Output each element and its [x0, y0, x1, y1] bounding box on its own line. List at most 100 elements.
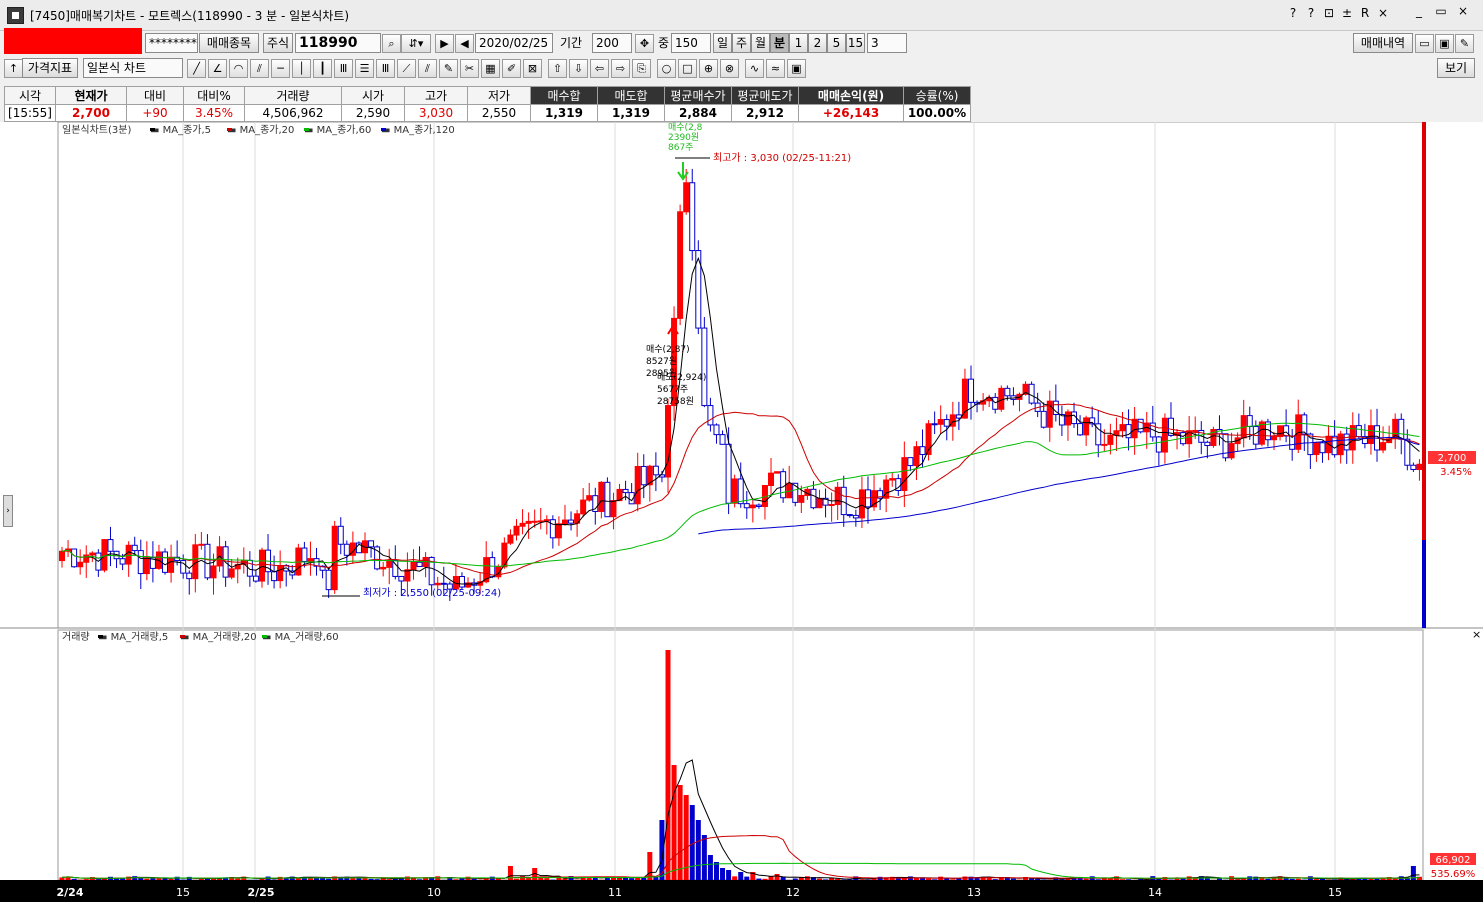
draw-tool-icon-7[interactable]: Ⅲ — [334, 59, 353, 78]
code-input[interactable]: 118990 — [295, 33, 381, 53]
draw-tool-icon-27[interactable]: ≈ — [766, 59, 785, 78]
candle-body — [89, 552, 96, 556]
volume-bar — [1265, 878, 1271, 880]
close-button[interactable]: × — [1452, 4, 1474, 20]
sell-marker-text-0: 매도(2,924) — [657, 372, 706, 383]
draw-tool-icon-3[interactable]: ⫽ — [250, 59, 269, 78]
tf-week[interactable]: 주 — [732, 33, 751, 53]
draw-tool-icon-28[interactable]: ▣ — [787, 59, 806, 78]
maximize-button[interactable]: ▭ — [1430, 4, 1452, 20]
candle-body — [622, 488, 629, 494]
draw-tool-icon-6[interactable]: ┃ — [313, 59, 332, 78]
volume-bar — [859, 879, 865, 880]
market-button[interactable]: 주식 — [263, 33, 293, 53]
open-icon[interactable]: ▭ — [1415, 34, 1434, 53]
vol-ma-swatch-1 — [180, 635, 185, 638]
sort-icon[interactable]: ⇵▾ — [401, 34, 431, 53]
question-icon[interactable]: ? — [1302, 6, 1320, 20]
volume-bar — [701, 835, 707, 880]
tf-day[interactable]: 일 — [713, 33, 732, 53]
draw-tool-icon-23[interactable]: □ — [678, 59, 697, 78]
candlestick-chart[interactable]: 일본식차트(3분) ▬ MA_종가,5 ▬ MA_종가,20 ▬ MA_종가,60 ▬ … — [0, 122, 1483, 902]
draw-tool-icon-2[interactable]: ◠ — [229, 59, 248, 78]
help-icon[interactable]: ? — [1284, 6, 1302, 20]
draw-tool-icon-4[interactable]: ─ — [271, 59, 290, 78]
tf-1[interactable]: 1 — [789, 33, 808, 53]
draw-tool-icon-0[interactable]: ╱ — [187, 59, 206, 78]
draw-tool-icon-26[interactable]: ∿ — [745, 59, 764, 78]
indicator-button[interactable]: 가격지표 — [22, 58, 78, 78]
draw-tool-icon-24[interactable]: ⊕ — [699, 59, 718, 78]
draw-tool-icon-14[interactable]: ▦ — [481, 59, 500, 78]
panel-toggle[interactable]: › — [3, 495, 13, 527]
chart-type-select[interactable]: 일본식 차트 — [83, 58, 183, 78]
candle-body — [543, 519, 550, 522]
tf-2[interactable]: 2 — [808, 33, 827, 53]
draw-tool-icon-1[interactable]: ∠ — [208, 59, 227, 78]
next-icon[interactable]: ▶ — [435, 34, 454, 53]
volume-bar — [1216, 878, 1222, 880]
draw-tool-icon-18[interactable]: ⇩ — [569, 59, 588, 78]
draw-tool-icon-16[interactable]: ⊠ — [523, 59, 542, 78]
capture-icon[interactable]: ⊡ — [1320, 6, 1338, 20]
info-value-2: +90 — [126, 104, 184, 122]
candle-body — [1125, 424, 1132, 439]
minute-select[interactable]: 3 — [867, 33, 907, 53]
candle-body — [162, 551, 169, 573]
current-price: 2,700 — [1438, 453, 1467, 464]
volume-bar — [1077, 878, 1083, 880]
prev-icon[interactable]: ◀ — [455, 34, 474, 53]
ma-legend-0: ▬ MA_종가,5 — [150, 124, 211, 136]
chart-area[interactable]: 일본식차트(3분) ▬ MA_종가,5 ▬ MA_종가,20 ▬ MA_종가,60 ▬ … — [0, 122, 1483, 902]
draw-tool-icon-21[interactable]: ⎘ — [632, 59, 651, 78]
candle-body — [525, 520, 532, 524]
trade-item-button[interactable]: 매매종목 — [199, 33, 259, 53]
draw-tool-icon-20[interactable]: ⇨ — [611, 59, 630, 78]
tf-month[interactable]: 월 — [751, 33, 770, 53]
minimize-button[interactable]: _ — [1408, 4, 1430, 20]
draw-tool-icon-15[interactable]: ✐ — [502, 59, 521, 78]
draw-tool-icon-17[interactable]: ⇧ — [548, 59, 567, 78]
volume-bar — [756, 878, 762, 880]
draw-tool-icon-19[interactable]: ⇦ — [590, 59, 609, 78]
x-small-icon[interactable]: × — [1374, 6, 1392, 20]
candle-body — [519, 522, 526, 527]
date-input[interactable]: 2020/02/25 — [475, 33, 553, 53]
draw-tool-icon-22[interactable]: ○ — [657, 59, 676, 78]
candle-body — [1155, 436, 1162, 453]
candle-body — [186, 572, 193, 580]
draw-tool-icon-13[interactable]: ✂ — [460, 59, 479, 78]
draw-tool-icon-9[interactable]: Ⅲ — [376, 59, 395, 78]
volume-bar — [150, 878, 156, 880]
draw-tool-icon-11[interactable]: ⫽ — [418, 59, 437, 78]
draw-tool-icon-25[interactable]: ⊗ — [720, 59, 739, 78]
volume-pct: 535.69% — [1431, 869, 1476, 880]
trade-history-button[interactable]: 매매내역 — [1353, 33, 1413, 53]
ma-legend-swatch-2 — [304, 128, 309, 131]
draw-tool-icon-10[interactable]: ⟋ — [397, 59, 416, 78]
ma-legend-swatch-0 — [150, 128, 155, 131]
tf-minute[interactable]: 분 — [770, 33, 789, 53]
mid-input[interactable]: 150 — [671, 33, 711, 53]
search-icon[interactable]: ⌕ — [382, 34, 401, 53]
link-icon[interactable]: ± — [1338, 6, 1356, 20]
info-header-0: 시각 — [4, 86, 56, 105]
candle-body — [531, 520, 538, 523]
up-arrow-icon[interactable]: ↑ — [4, 59, 23, 78]
candle-body — [640, 465, 647, 486]
r-icon[interactable]: R — [1356, 6, 1374, 20]
move-icon[interactable]: ✥ — [635, 34, 654, 53]
account-password[interactable]: ******** — [145, 33, 198, 53]
save-icon[interactable]: ▣ — [1435, 34, 1454, 53]
draw-tool-icon-12[interactable]: ✎ — [439, 59, 458, 78]
view-button[interactable]: 보기 — [1437, 58, 1475, 78]
candle-body — [1367, 425, 1374, 445]
candle-body — [1416, 463, 1423, 470]
candle-body — [707, 405, 714, 426]
period-input[interactable]: 200 — [592, 33, 632, 53]
tool-icon[interactable]: ✎ — [1455, 34, 1474, 53]
draw-tool-icon-5[interactable]: │ — [292, 59, 311, 78]
tf-15[interactable]: 15 — [846, 33, 865, 53]
draw-tool-icon-8[interactable]: ☰ — [355, 59, 374, 78]
tf-5[interactable]: 5 — [827, 33, 846, 53]
